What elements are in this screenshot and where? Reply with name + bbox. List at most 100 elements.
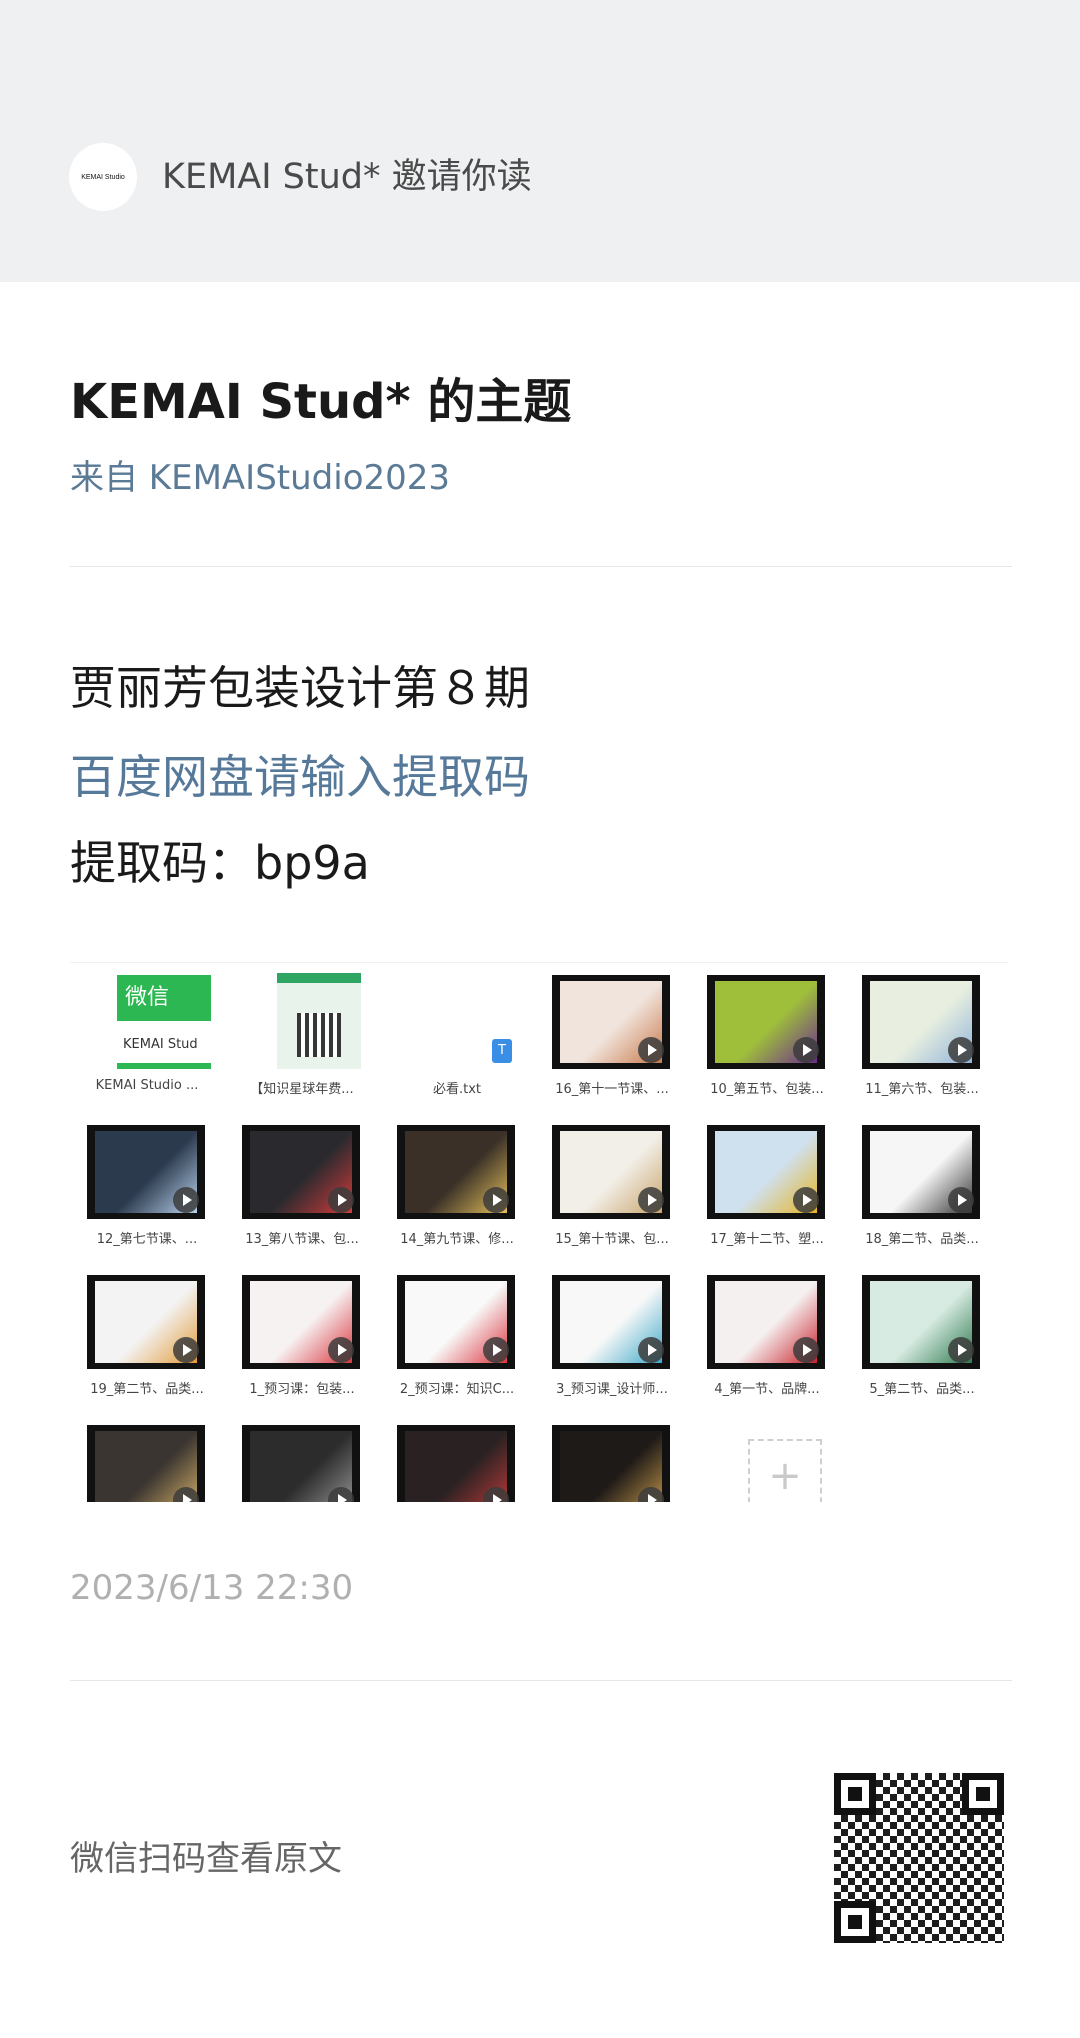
video-thumbnail bbox=[397, 1275, 515, 1369]
file-item[interactable]: 16_第十一节课、... bbox=[537, 963, 687, 1097]
video-thumbnail bbox=[707, 975, 825, 1069]
video-thumbnail bbox=[552, 975, 670, 1069]
file-name: 19_第二节、品类... bbox=[90, 1382, 204, 1397]
file-item[interactable]: 2_预习课：知识C... bbox=[382, 1263, 532, 1397]
play-icon bbox=[483, 1187, 509, 1213]
extraction-code: 提取码：bp9a bbox=[70, 836, 370, 890]
topic-source[interactable]: 来自 KEMAIStudio2023 bbox=[70, 457, 450, 499]
file-item[interactable]: 3_预习课_设计师... bbox=[537, 1263, 687, 1397]
qr-code-icon[interactable] bbox=[834, 1773, 1004, 1943]
play-icon bbox=[948, 1187, 974, 1213]
play-icon bbox=[793, 1037, 819, 1063]
video-thumbnail bbox=[862, 975, 980, 1069]
file-name: 11_第六节、包装... bbox=[865, 1082, 979, 1097]
file-item[interactable]: 17_第十二节、塑... bbox=[692, 1113, 842, 1247]
file-name: 2_预习课：知识C... bbox=[399, 1382, 515, 1397]
wechat-card-thumb: 微信 KEMAI Stud bbox=[117, 975, 211, 1069]
file-item[interactable] bbox=[227, 1413, 377, 1502]
qr-finder bbox=[962, 1773, 1004, 1815]
file-item[interactable]: 12_第七节课、... bbox=[72, 1113, 222, 1247]
file-item[interactable]: 10_第五节、包装... bbox=[692, 963, 842, 1097]
video-thumbnail bbox=[862, 1275, 980, 1369]
text-file-icon: T bbox=[492, 1039, 512, 1063]
qr-finder bbox=[834, 1901, 876, 1943]
file-name: 3_预习课_设计师... bbox=[556, 1382, 668, 1397]
file-name: KEMAI Studio ... bbox=[95, 1078, 199, 1093]
qr-icon bbox=[297, 1013, 341, 1057]
play-icon bbox=[173, 1337, 199, 1363]
file-item[interactable]: 【知识星球年费... bbox=[227, 963, 377, 1097]
file-name: 12_第七节课、... bbox=[96, 1232, 198, 1247]
play-icon bbox=[948, 1337, 974, 1363]
file-name: 必看.txt bbox=[432, 1082, 482, 1097]
video-thumbnail bbox=[242, 1425, 360, 1502]
play-icon bbox=[948, 1037, 974, 1063]
play-icon bbox=[638, 1037, 664, 1063]
file-name: 13_第八节课、包... bbox=[245, 1232, 359, 1247]
file-item[interactable]: 15_第十节课、包... bbox=[537, 1113, 687, 1247]
play-icon bbox=[483, 1337, 509, 1363]
scan-hint: 微信扫码查看原文 bbox=[70, 1839, 342, 1879]
file-item[interactable]: T 必看.txt bbox=[382, 963, 532, 1097]
avatar[interactable]: KEMAI Studio bbox=[69, 143, 137, 211]
file-item[interactable]: 1_预习课：包装... bbox=[227, 1263, 377, 1397]
play-icon bbox=[638, 1337, 664, 1363]
invite-header: KEMAI Studio KEMAI Stud* 邀请你读 bbox=[0, 0, 1080, 282]
file-name: 18_第二节、品类... bbox=[865, 1232, 979, 1247]
play-icon bbox=[173, 1187, 199, 1213]
file-item[interactable]: 微信 KEMAI Stud KEMAI Studio ... bbox=[72, 963, 222, 1093]
file-item[interactable]: 13_第八节课、包... bbox=[227, 1113, 377, 1247]
file-name: 17_第十二节、塑... bbox=[710, 1232, 824, 1247]
wechat-card-top: 微信 bbox=[117, 975, 211, 1021]
video-thumbnail bbox=[707, 1125, 825, 1219]
video-thumbnail bbox=[552, 1275, 670, 1369]
avatar-label: KEMAI Studio bbox=[81, 173, 125, 181]
play-icon bbox=[793, 1337, 819, 1363]
file-item[interactable] bbox=[537, 1413, 687, 1502]
play-icon bbox=[638, 1187, 664, 1213]
file-name: 5_第二节、品类... bbox=[869, 1382, 975, 1397]
play-icon bbox=[793, 1187, 819, 1213]
invite-text: KEMAI Stud* 邀请你读 bbox=[162, 157, 532, 197]
wechat-card-bar bbox=[117, 1063, 211, 1069]
file-name: 【知识星球年费... bbox=[250, 1082, 354, 1097]
file-item[interactable]: 19_第二节、品类... bbox=[72, 1263, 222, 1397]
post-title: 贾丽芳包装设计第８期 bbox=[70, 661, 530, 715]
file-item[interactable]: 4_第一节、品牌... bbox=[692, 1263, 842, 1397]
file-name: 4_第一节、品牌... bbox=[714, 1382, 820, 1397]
file-item[interactable] bbox=[382, 1413, 532, 1502]
timestamp: 2023/6/13 22:30 bbox=[70, 1568, 354, 1608]
video-thumbnail bbox=[862, 1125, 980, 1219]
play-icon bbox=[328, 1187, 354, 1213]
file-item[interactable]: 5_第二节、品类... bbox=[847, 1263, 997, 1397]
video-thumbnail bbox=[87, 1425, 205, 1502]
file-item[interactable] bbox=[72, 1413, 222, 1502]
video-thumbnail bbox=[552, 1425, 670, 1502]
video-thumbnail bbox=[552, 1125, 670, 1219]
add-file-button[interactable]: + bbox=[748, 1439, 822, 1502]
file-name: 1_预习课：包装... bbox=[249, 1382, 355, 1397]
wechat-card-bottom: KEMAI Stud bbox=[117, 1021, 211, 1069]
qr-finder bbox=[834, 1773, 876, 1815]
play-icon bbox=[328, 1337, 354, 1363]
file-name: 16_第十一节课、... bbox=[555, 1082, 669, 1097]
baidu-link[interactable]: 百度网盘请输入提取码 bbox=[70, 748, 530, 806]
file-name: 15_第十节课、包... bbox=[555, 1232, 669, 1247]
file-name: 10_第五节、包装... bbox=[710, 1082, 824, 1097]
file-name: 14_第九节课、修... bbox=[400, 1232, 514, 1247]
file-item[interactable]: 14_第九节课、修... bbox=[382, 1113, 532, 1247]
video-thumbnail bbox=[397, 1425, 515, 1502]
video-thumbnail bbox=[242, 1125, 360, 1219]
topic-title: KEMAI Stud* 的主题 bbox=[70, 374, 572, 430]
plus-icon: + bbox=[768, 1453, 802, 1499]
file-item[interactable]: 11_第六节、包装... bbox=[847, 963, 997, 1097]
file-grid: + 微信 KEMAI Stud KEMAI Studio ... 【知识星球年费...… bbox=[70, 962, 1008, 1502]
file-item[interactable]: 18_第二节、品类... bbox=[847, 1113, 997, 1247]
divider bbox=[70, 1680, 1012, 1681]
video-thumbnail bbox=[242, 1275, 360, 1369]
video-thumbnail bbox=[707, 1275, 825, 1369]
video-thumbnail bbox=[397, 1125, 515, 1219]
divider bbox=[70, 566, 1012, 567]
video-thumbnail bbox=[87, 1275, 205, 1369]
video-thumbnail bbox=[87, 1125, 205, 1219]
